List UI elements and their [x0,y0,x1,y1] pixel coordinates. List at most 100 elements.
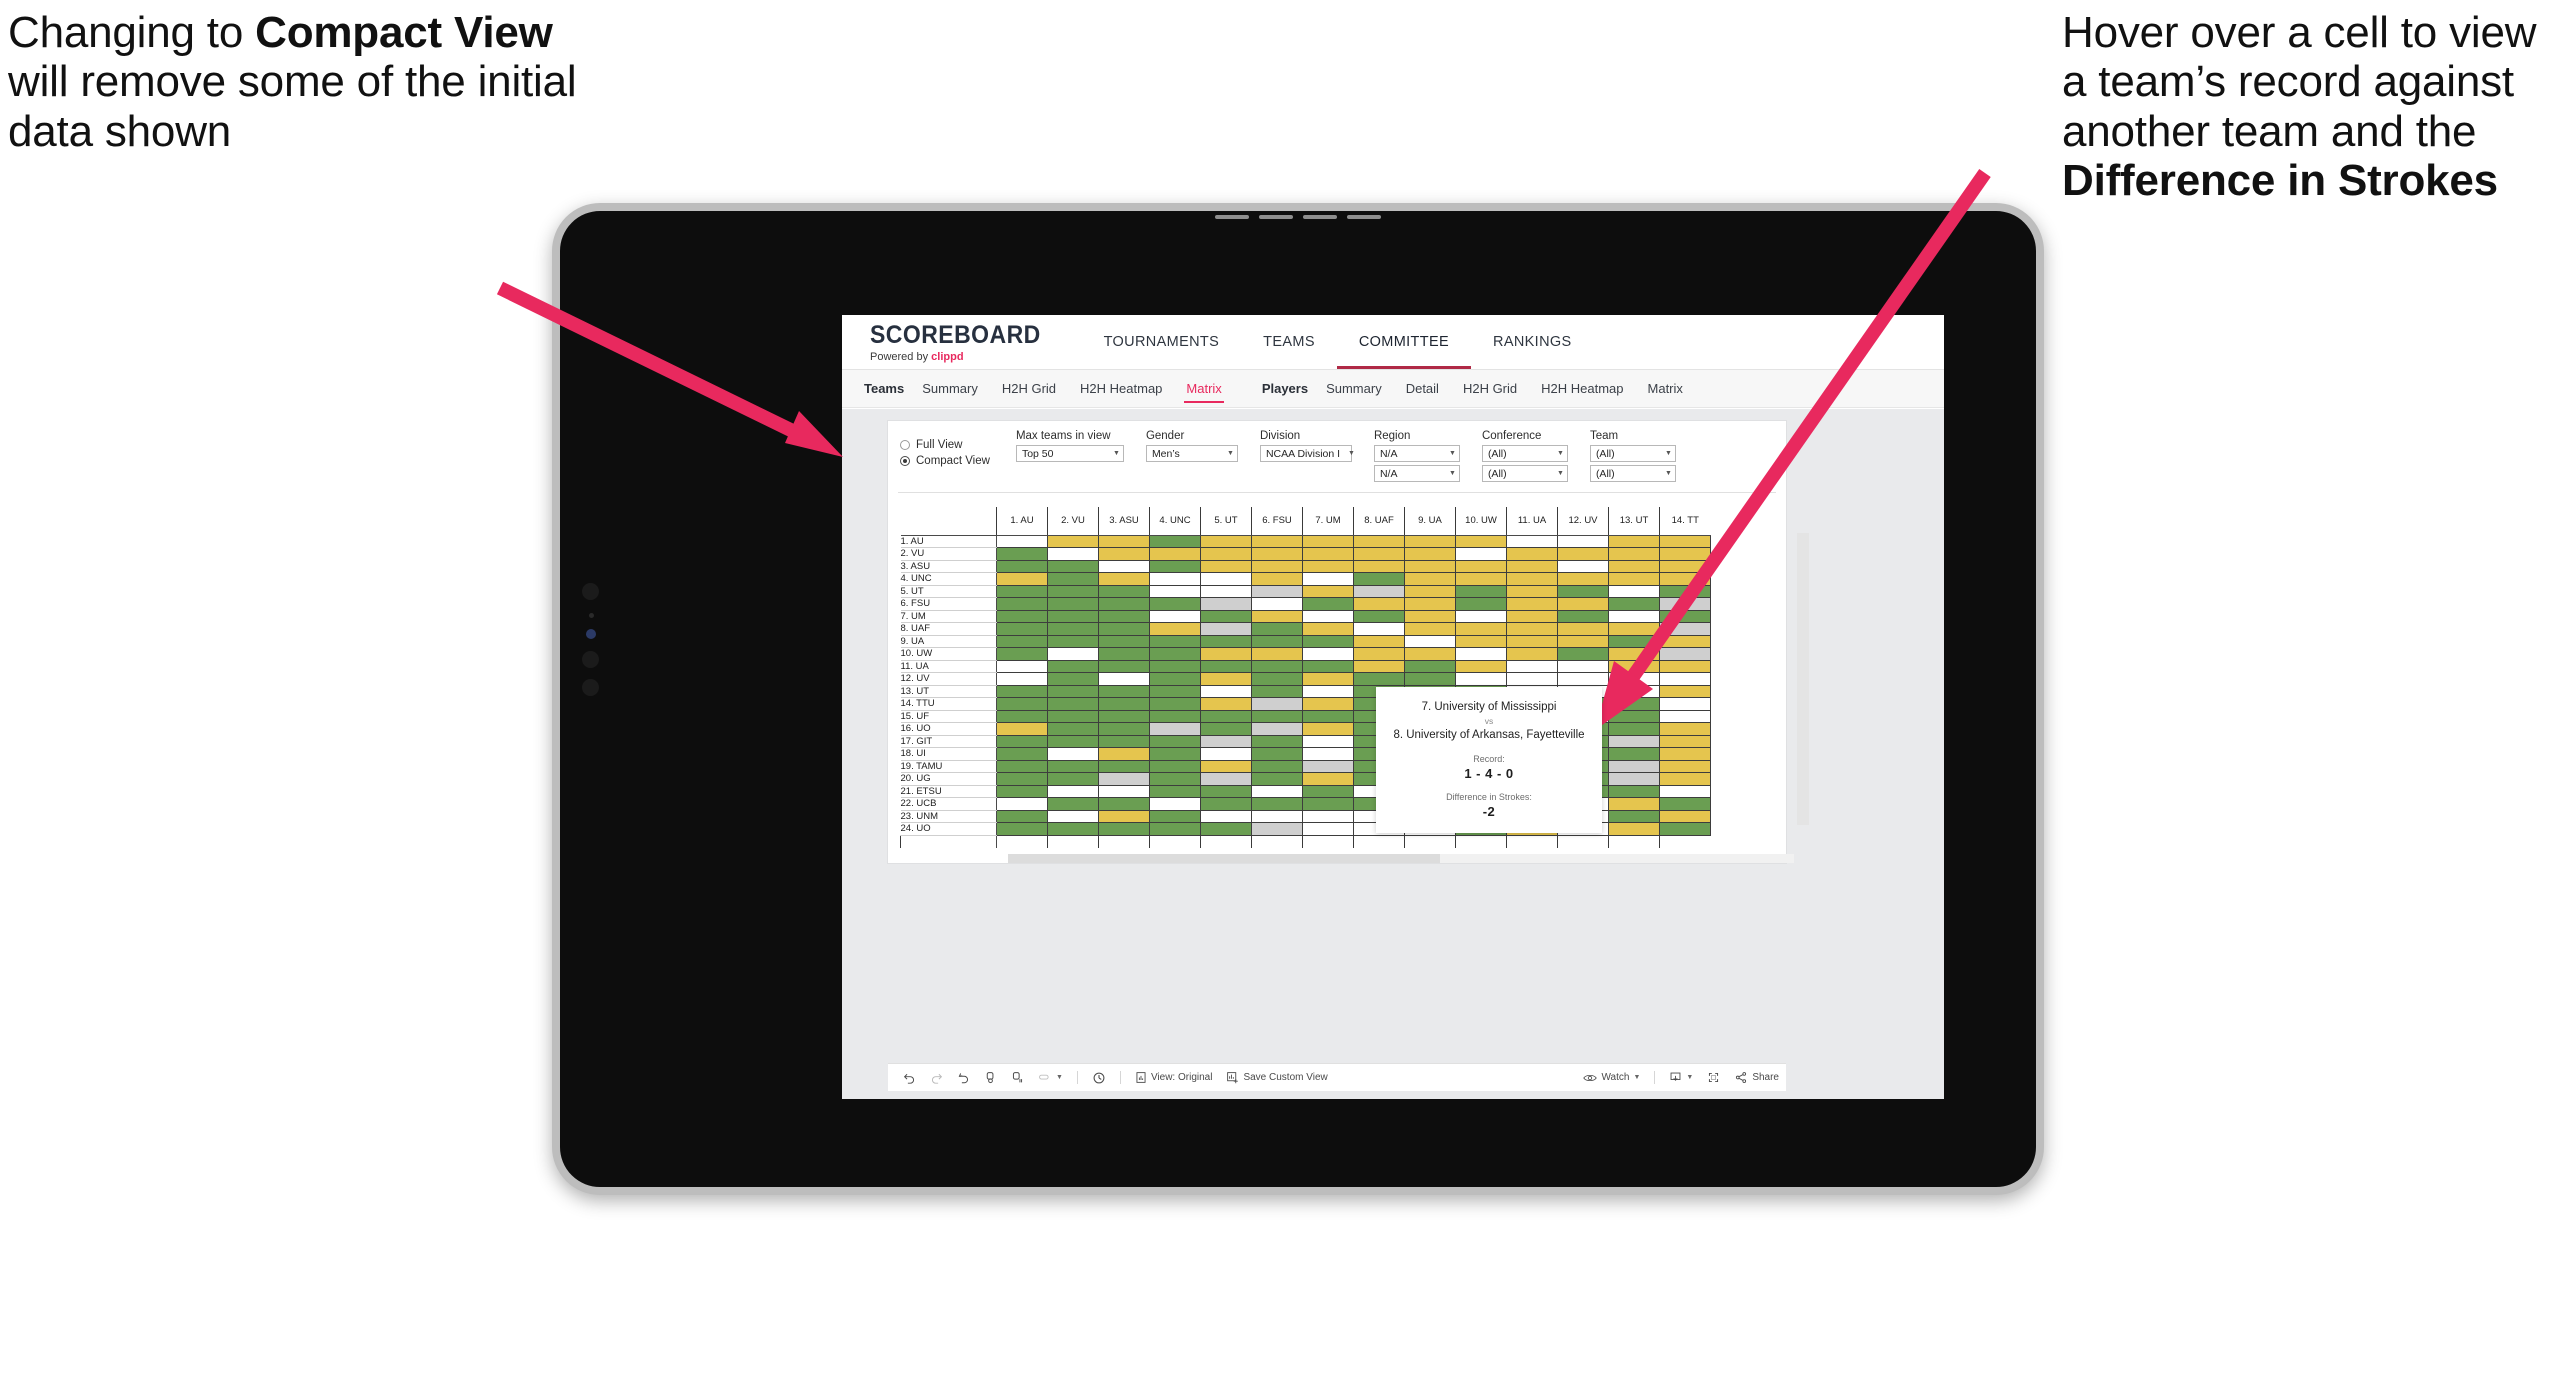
matrix-cell[interactable] [1098,797,1150,811]
matrix-cell[interactable] [996,784,1048,798]
matrix-cell[interactable] [1302,534,1354,548]
matrix-cell[interactable] [1557,584,1609,598]
matrix-cell[interactable] [1659,784,1711,798]
matrix-cell[interactable] [1098,659,1150,673]
matrix-cell[interactable] [1098,559,1150,573]
matrix-cell[interactable] [1047,747,1099,761]
matrix-cell[interactable] [996,659,1048,673]
undo-button[interactable] [896,1071,923,1084]
matrix-cell[interactable] [1200,622,1252,636]
matrix-cell[interactable] [1455,597,1507,611]
matrix-cell[interactable] [1047,534,1099,548]
matrix-cell[interactable] [1557,647,1609,661]
matrix-cell[interactable] [1353,584,1405,598]
view-original-button[interactable]: View: Original [1128,1071,1220,1084]
matrix-cell[interactable] [1557,659,1609,673]
matrix-cell[interactable] [1608,659,1660,673]
matrix-cell[interactable] [1608,609,1660,623]
matrix-cell[interactable] [1404,634,1456,648]
matrix-cell[interactable] [1302,584,1354,598]
nav-committee[interactable]: COMMITTEE [1336,315,1472,369]
matrix-cell[interactable] [996,822,1048,836]
matrix-cell[interactable] [1608,822,1660,836]
matrix-cell[interactable] [1251,772,1303,786]
matrix-cell[interactable] [996,672,1048,686]
matrix-cell[interactable] [1404,547,1456,561]
matrix-cell[interactable] [1200,534,1252,548]
matrix-cell[interactable] [1659,772,1711,786]
matrix-cell[interactable] [1302,609,1354,623]
matrix-cell[interactable] [996,722,1048,736]
matrix-cell[interactable] [1251,822,1303,836]
matrix-cell[interactable] [1353,659,1405,673]
matrix-cell[interactable] [1098,547,1150,561]
matrix-cell[interactable] [1047,622,1099,636]
matrix-cell[interactable] [1251,797,1303,811]
select-team-primary[interactable]: (All) ▼ [1589,445,1676,462]
matrix-cell[interactable] [1200,647,1252,661]
nav-tournaments[interactable]: TOURNAMENTS [1082,315,1242,369]
matrix-cell[interactable] [1149,784,1201,798]
matrix-cell[interactable] [1149,634,1201,648]
pause-updates-button[interactable] [1004,1071,1031,1084]
matrix-cell[interactable] [1659,659,1711,673]
matrix-cell[interactable] [1404,659,1456,673]
matrix-cell[interactable] [1047,659,1099,673]
matrix-cell[interactable] [1659,697,1711,711]
matrix-cell[interactable] [1047,809,1099,823]
matrix-cell[interactable] [1200,759,1252,773]
matrix-cell[interactable] [1659,609,1711,623]
matrix-cell[interactable] [1302,647,1354,661]
matrix-cell[interactable] [1251,647,1303,661]
matrix-cell[interactable] [1302,659,1354,673]
nav-rankings[interactable]: RANKINGS [1471,315,1594,369]
matrix-cell[interactable] [996,647,1048,661]
matrix-cell[interactable] [1200,697,1252,711]
matrix-cell[interactable] [1047,797,1099,811]
matrix-cell[interactable] [1098,734,1150,748]
matrix-cell[interactable] [1353,634,1405,648]
matrix-cell[interactable] [1557,534,1609,548]
matrix-cell[interactable] [1149,559,1201,573]
matrix-cell[interactable] [1608,672,1660,686]
matrix-cell[interactable] [1200,809,1252,823]
matrix-cell[interactable] [1098,597,1150,611]
matrix-cell[interactable] [1659,634,1711,648]
matrix-cell[interactable] [1506,547,1558,561]
matrix-cell[interactable] [1200,684,1252,698]
matrix-cell[interactable] [1149,659,1201,673]
matrix-cell[interactable] [1251,734,1303,748]
select-division[interactable]: NCAA Division I ▼ [1259,445,1355,462]
matrix-cell[interactable] [1251,684,1303,698]
matrix-cell[interactable] [996,697,1048,711]
matrix-cell[interactable] [1659,759,1711,773]
matrix-cell[interactable] [1098,784,1150,798]
matrix-cell[interactable] [1659,672,1711,686]
matrix-cell[interactable] [1659,584,1711,598]
matrix-cell[interactable] [996,559,1048,573]
matrix-cell[interactable] [1098,572,1150,586]
select-team-secondary[interactable]: (All) ▼ [1589,465,1676,482]
tab-teams-h2h-grid[interactable]: H2H Grid [990,375,1068,402]
matrix-cell[interactable] [1659,809,1711,823]
matrix-cell[interactable] [1659,822,1711,836]
matrix-cell[interactable] [1608,759,1660,773]
revert-button[interactable] [950,1071,977,1084]
matrix-cell[interactable] [996,584,1048,598]
matrix-cell[interactable] [1659,797,1711,811]
matrix-cell[interactable] [1659,747,1711,761]
matrix-cell[interactable] [1404,597,1456,611]
matrix-cell[interactable] [1149,722,1201,736]
matrix-cell[interactable] [1047,647,1099,661]
matrix-cell[interactable] [1200,634,1252,648]
matrix-cell[interactable] [1098,747,1150,761]
matrix-cell[interactable] [1455,634,1507,648]
matrix-cell[interactable] [996,622,1048,636]
matrix-cell[interactable] [1659,684,1711,698]
matrix-cell[interactable] [1302,822,1354,836]
matrix-cell[interactable] [996,534,1048,548]
matrix-cell[interactable] [1455,672,1507,686]
matrix-cell[interactable] [1098,684,1150,698]
matrix-cell[interactable] [1353,572,1405,586]
matrix-cell[interactable] [1200,659,1252,673]
